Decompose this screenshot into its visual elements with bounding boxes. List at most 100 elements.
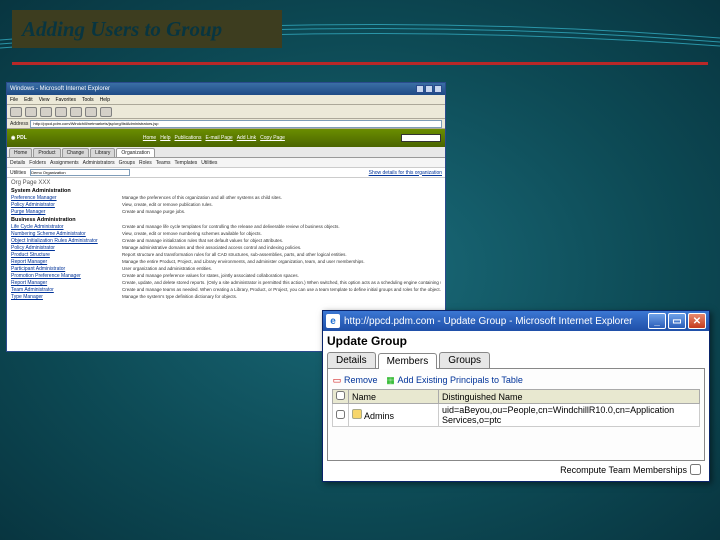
menu-favorites[interactable]: Favorites: [55, 97, 76, 103]
org-select[interactable]: [30, 169, 130, 176]
minimize-button[interactable]: [416, 85, 424, 93]
subtab-folders[interactable]: Folders: [29, 160, 46, 166]
front-close-button[interactable]: ✕: [688, 313, 706, 329]
link-type-manager[interactable]: Type Manager: [11, 294, 116, 300]
section-heading-sysadmin: System Administration: [11, 188, 441, 194]
menu-help[interactable]: Help: [100, 97, 110, 103]
back-titlebar: Windows - Microsoft Internet Explorer: [7, 83, 445, 95]
back-toolbar: [7, 105, 445, 119]
table-row: Policy AdministratorView, create, edit o…: [11, 202, 441, 208]
address-input[interactable]: [30, 120, 442, 128]
add-icon: ▦: [386, 375, 396, 385]
subtab-roles[interactable]: Roles: [139, 160, 152, 166]
front-window-controls: _ ▭ ✕: [648, 313, 706, 329]
row-name: Admins: [364, 411, 394, 421]
popup-heading: Update Group: [327, 334, 705, 348]
remove-label: Remove: [344, 375, 378, 385]
menu-view[interactable]: View: [39, 97, 50, 103]
menu-tools[interactable]: Tools: [82, 97, 94, 103]
ie-icon: e: [326, 314, 340, 328]
row-dn: uid=aBeyou,ou=People,cn=WindchillR10.0,c…: [439, 404, 700, 427]
front-minimize-button[interactable]: _: [648, 313, 666, 329]
table-row: Participant AdministratorUser organizati…: [11, 266, 441, 272]
brand-link-home[interactable]: Home: [143, 135, 156, 141]
tab-product[interactable]: Product: [33, 148, 60, 157]
subtab-details[interactable]: Details: [10, 160, 25, 166]
link-policy-admin2[interactable]: Policy Administrator: [11, 245, 116, 251]
recompute-teams-row: Recompute Team Memberships: [560, 464, 701, 475]
brand-link-publications[interactable]: Publications: [174, 135, 201, 141]
link-report-manager[interactable]: Report Manager: [11, 259, 116, 265]
table-row: Purge ManagerCreate and manage purge job…: [11, 209, 441, 215]
back-window-title: Windows - Microsoft Internet Explorer: [10, 86, 110, 92]
breadcrumb-row: Utilities Show details for this organiza…: [7, 168, 445, 178]
popup-tab-groups[interactable]: Groups: [439, 352, 490, 368]
recompute-label: Recompute Team Memberships: [560, 465, 687, 475]
menu-file[interactable]: File: [10, 97, 18, 103]
secondary-tabbar: Details Folders Assignments Administrato…: [7, 158, 445, 168]
table-row: Object Initialization Rules Administrato…: [11, 238, 441, 244]
slide-title-box: Adding Users to Group: [12, 10, 282, 48]
recompute-checkbox[interactable]: [690, 464, 701, 475]
toolbar-forward-button[interactable]: [25, 107, 37, 117]
tab-home[interactable]: Home: [9, 148, 32, 157]
toolbar-favorites-button[interactable]: [100, 107, 112, 117]
subtab-utilities[interactable]: Utilities: [201, 160, 217, 166]
maximize-button[interactable]: [425, 85, 433, 93]
remove-action[interactable]: ▭ Remove: [332, 375, 378, 385]
tab-organization[interactable]: Organization: [116, 148, 154, 157]
link-lifecycle-admin[interactable]: Life Cycle Administrator: [11, 224, 116, 230]
link-oir-admin[interactable]: Object Initialization Rules Administrato…: [11, 238, 116, 244]
link-participant-admin[interactable]: Participant Administrator: [11, 266, 116, 272]
col-checkbox: [333, 390, 349, 404]
brand-link-help[interactable]: Help: [160, 135, 170, 141]
back-addressbar: Address: [7, 119, 445, 129]
link-product-structure[interactable]: Product Structure: [11, 252, 116, 258]
primary-tabbar: Home Product Change Library Organization: [7, 147, 445, 158]
toolbar-refresh-button[interactable]: [55, 107, 67, 117]
toolbar-back-button[interactable]: [10, 107, 22, 117]
subtab-assignments[interactable]: Assignments: [50, 160, 79, 166]
front-maximize-button[interactable]: ▭: [668, 313, 686, 329]
crumb-right-link[interactable]: Show details for this organization: [369, 170, 442, 176]
select-all-checkbox[interactable]: [336, 391, 345, 400]
link-report-mgr2[interactable]: Report Manager: [11, 280, 116, 286]
link-numbering-admin[interactable]: Numbering Scheme Administrator: [11, 231, 116, 237]
toolbar-home-button[interactable]: [70, 107, 82, 117]
brand-logo: ◉ PDL: [11, 135, 27, 141]
members-table: Name Distinguished Name Admins uid=aBeyo…: [332, 389, 700, 427]
table-row: Numbering Scheme AdministratorView, crea…: [11, 231, 441, 237]
tab-change[interactable]: Change: [62, 148, 90, 157]
table-row[interactable]: Admins uid=aBeyou,ou=People,cn=Windchill…: [333, 404, 700, 427]
link-preference-manager[interactable]: Preference Manager: [11, 195, 116, 201]
popup-tab-members[interactable]: Members: [378, 353, 438, 369]
panel-actionbar: ▭ Remove ▦ Add Existing Principals to Ta…: [332, 373, 700, 389]
table-row: Policy AdministratorManage administrativ…: [11, 245, 441, 251]
back-menubar: File Edit View Favorites Tools Help: [7, 95, 445, 105]
subtab-templates[interactable]: Templates: [175, 160, 198, 166]
link-team-admin[interactable]: Team Administrator: [11, 287, 116, 293]
toolbar-search-button[interactable]: [85, 107, 97, 117]
subtab-teams[interactable]: Teams: [156, 160, 171, 166]
brand-link-email[interactable]: E-mail Page: [205, 135, 232, 141]
toolbar-stop-button[interactable]: [40, 107, 52, 117]
link-purge-manager[interactable]: Purge Manager: [11, 209, 116, 215]
tab-library[interactable]: Library: [90, 148, 115, 157]
row-checkbox[interactable]: [336, 410, 345, 419]
add-label: Add Existing Principals to Table: [398, 375, 523, 385]
menu-edit[interactable]: Edit: [24, 97, 33, 103]
subtab-administrators[interactable]: Administrators: [83, 160, 115, 166]
link-policy-admin[interactable]: Policy Administrator: [11, 202, 116, 208]
add-principals-action[interactable]: ▦ Add Existing Principals to Table: [386, 375, 523, 385]
brand-search-input[interactable]: [401, 134, 441, 142]
table-row: Life Cycle AdministratorCreate and manag…: [11, 224, 441, 230]
link-promo-pref-mgr[interactable]: Promotion Preference Manager: [11, 273, 116, 279]
popup-tab-details[interactable]: Details: [327, 352, 376, 368]
brand-link-copy[interactable]: Copy Page: [260, 135, 285, 141]
back-window-controls: [416, 85, 442, 93]
close-button[interactable]: [434, 85, 442, 93]
table-row: Report ManagerCreate, update, and delete…: [11, 280, 441, 286]
members-panel: ▭ Remove ▦ Add Existing Principals to Ta…: [327, 369, 705, 461]
subtab-groups[interactable]: Groups: [119, 160, 135, 166]
brand-link-addlink[interactable]: Add Link: [237, 135, 256, 141]
